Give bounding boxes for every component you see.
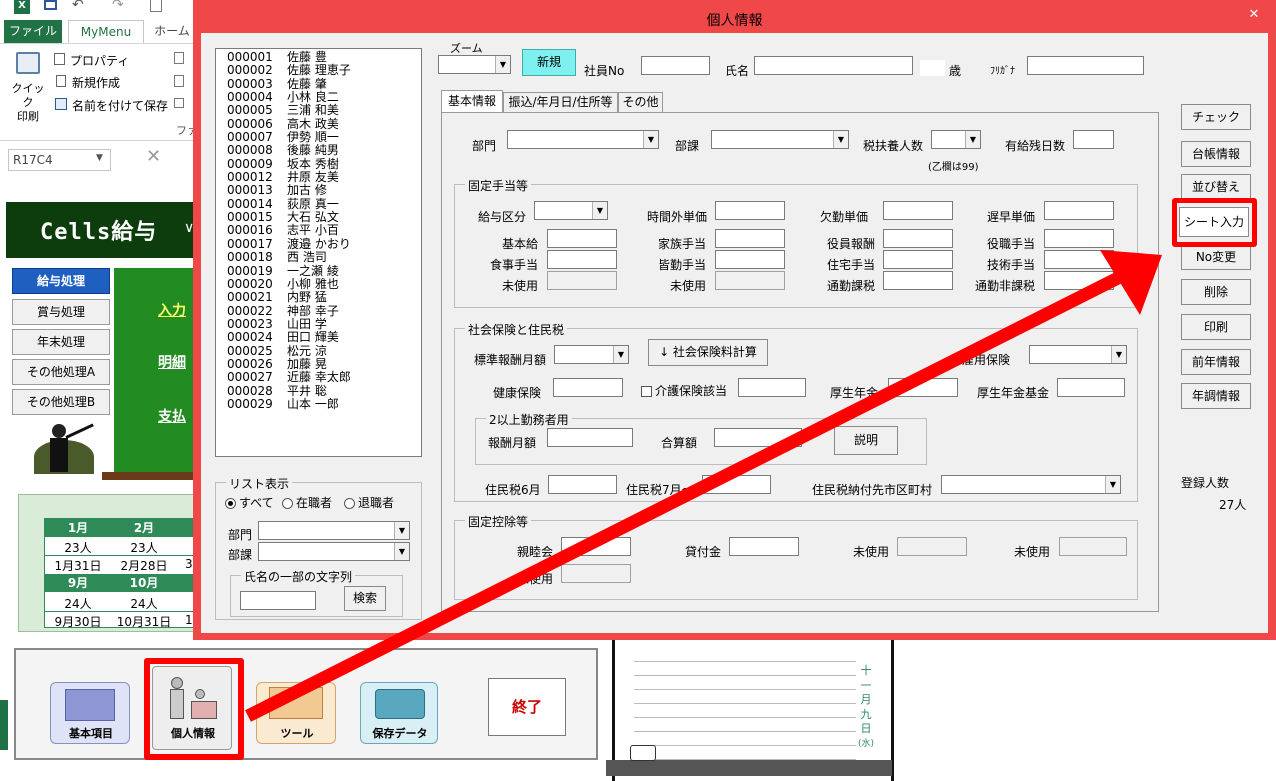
arrow-annotation	[245, 250, 1162, 722]
arrow-shaft	[245, 272, 1121, 722]
